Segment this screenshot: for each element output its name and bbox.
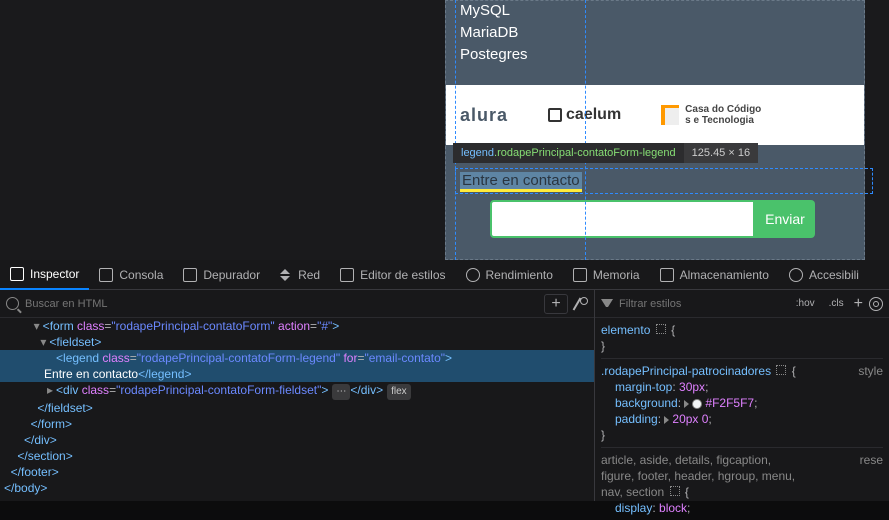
dom-node: ▸<div class="rodapePrincipal-contatoForm… — [0, 382, 594, 400]
dom-node: </fieldset> — [0, 400, 594, 416]
memory-icon — [573, 268, 587, 282]
debugger-icon — [183, 268, 197, 282]
style-editor-icon — [340, 268, 354, 282]
dom-node: </section> — [0, 448, 594, 464]
css-rules[interactable]: elemento { } .rodapePrincipal-patrocinad… — [595, 318, 889, 520]
performance-icon — [466, 268, 480, 282]
network-icon — [280, 269, 292, 281]
inspect-tooltip: legend.rodapePrincipal-contatoForm-legen… — [453, 143, 758, 163]
sponsors-row: alura caelum Casa do Códigos e Tecnologi… — [446, 85, 864, 145]
tab-memoria[interactable]: Memoria — [563, 260, 650, 290]
inspect-guide-v1 — [455, 0, 456, 260]
sponsor-alura: alura — [460, 100, 508, 130]
cdc-icon — [661, 105, 679, 125]
add-node-button[interactable]: + — [544, 294, 568, 314]
dom-node: ▾<form class="rodapePrincipal-contatoFor… — [0, 318, 594, 334]
tab-accesibilidad[interactable]: Accesibili — [779, 260, 869, 290]
tab-depurador[interactable]: Depurador — [173, 260, 270, 290]
devtools-toolbar: Inspector Consola Depurador Red Editor d… — [0, 260, 889, 290]
dom-node: </body> — [0, 480, 594, 496]
eyedropper-icon[interactable] — [574, 297, 588, 311]
sponsor-cdc: Casa do Códigos e Tecnologia — [661, 100, 761, 130]
styles-panel: :hov .cls + elemento { } .rodapePrincipa… — [594, 290, 889, 501]
tab-rendimiento[interactable]: Rendimiento — [456, 260, 563, 290]
dom-node: ▾<fieldset> — [0, 334, 594, 350]
tab-editor-estilos[interactable]: Editor de estilos — [330, 260, 455, 290]
storage-icon — [660, 268, 674, 282]
flex-badge-icon — [670, 486, 680, 496]
html-search-bar: + — [0, 290, 594, 318]
console-icon — [99, 268, 113, 282]
cls-toggle[interactable]: .cls — [825, 296, 848, 311]
filter-icon — [601, 299, 613, 309]
hov-toggle[interactable]: :hov — [792, 296, 819, 311]
add-rule-button[interactable]: + — [854, 295, 863, 313]
tab-consola[interactable]: Consola — [89, 260, 173, 290]
styles-toolbar: :hov .cls + — [595, 290, 889, 318]
tech-item: MySQL — [460, 0, 850, 23]
expand-icon[interactable] — [684, 400, 689, 408]
contact-form-row: Enviar — [490, 200, 815, 238]
settings-icon[interactable] — [869, 297, 883, 311]
tab-almacenamiento[interactable]: Almacenamiento — [650, 260, 779, 290]
inspect-guide-v2 — [585, 0, 586, 260]
dom-node-selected: Entre en contacto</legend> — [0, 366, 594, 382]
email-input[interactable] — [490, 200, 755, 238]
expand-icon[interactable] — [664, 416, 669, 424]
tech-item: Postegres — [460, 43, 850, 67]
dom-node-selected: <legend class="rodapePrincipal-contatoFo… — [0, 350, 594, 366]
search-icon — [6, 297, 19, 310]
dom-node: </form> — [0, 416, 594, 432]
dom-node: </footer> — [0, 464, 594, 480]
flex-badge-icon — [656, 324, 666, 334]
submit-button[interactable]: Enviar — [755, 200, 815, 238]
html-search-input[interactable] — [25, 298, 538, 310]
inspector-icon — [10, 267, 24, 281]
inspect-highlight-text: Entre en contacto — [460, 172, 582, 192]
dom-tree[interactable]: ▾<form class="rodapePrincipal-contatoFor… — [0, 318, 594, 501]
caelum-icon — [548, 108, 562, 122]
color-swatch[interactable] — [692, 399, 702, 409]
accessibility-icon — [789, 268, 803, 282]
tab-red[interactable]: Red — [270, 260, 330, 290]
tech-item: MariaDB — [460, 21, 850, 45]
tab-inspector[interactable]: Inspector — [0, 260, 89, 290]
dom-node: </div> — [0, 432, 594, 448]
flex-badge-icon — [776, 365, 786, 375]
filter-styles-input[interactable] — [619, 298, 786, 310]
